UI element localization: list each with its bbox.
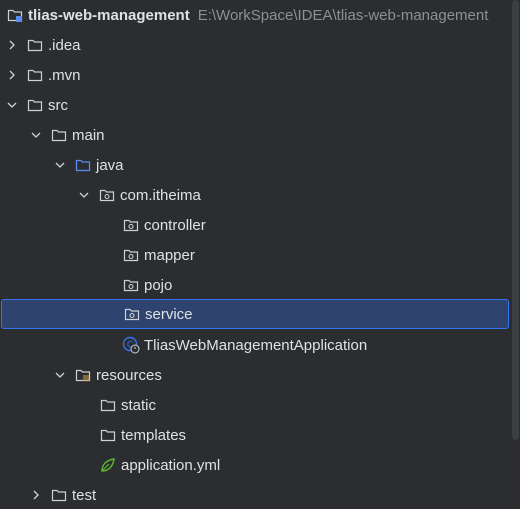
tree-row-package[interactable]: com.itheima bbox=[0, 180, 510, 210]
tree-row-controller[interactable]: controller bbox=[0, 210, 510, 240]
tree-label-resources: resources bbox=[96, 366, 162, 384]
tree-row-mapper[interactable]: mapper bbox=[0, 240, 510, 270]
tree-label-package: com.itheima bbox=[120, 186, 201, 204]
folder-icon bbox=[50, 126, 68, 144]
scrollbar-thumb[interactable] bbox=[512, 0, 519, 440]
package-icon bbox=[123, 305, 141, 323]
project-tree: tlias-web-management E:\WorkSpace\IDEA\t… bbox=[0, 0, 510, 509]
chevron-right-icon[interactable] bbox=[4, 37, 20, 53]
tree-row-idea[interactable]: .idea bbox=[0, 30, 510, 60]
spring-boot-class-icon: C bbox=[122, 336, 140, 354]
package-icon bbox=[98, 186, 116, 204]
chevron-down-icon[interactable] bbox=[28, 127, 44, 143]
package-icon bbox=[122, 246, 140, 264]
tree-row-main[interactable]: main bbox=[0, 120, 510, 150]
tree-label-controller: controller bbox=[144, 216, 206, 234]
chevron-down-icon[interactable] bbox=[76, 187, 92, 203]
module-folder-icon bbox=[6, 6, 24, 24]
chevron-down-icon[interactable] bbox=[52, 367, 68, 383]
package-icon bbox=[122, 276, 140, 294]
resources-folder-icon bbox=[74, 366, 92, 384]
tree-label-java: java bbox=[96, 156, 124, 174]
chevron-right-icon[interactable] bbox=[4, 67, 20, 83]
project-name: tlias-web-management bbox=[28, 6, 190, 24]
tree-row-mvn[interactable]: .mvn bbox=[0, 60, 510, 90]
tree-row-java[interactable]: java bbox=[0, 150, 510, 180]
tree-row-src[interactable]: src bbox=[0, 90, 510, 120]
folder-icon bbox=[50, 486, 68, 504]
folder-icon bbox=[26, 36, 44, 54]
tree-label-pojo: pojo bbox=[144, 276, 173, 294]
tree-row-project-root[interactable]: tlias-web-management E:\WorkSpace\IDEA\t… bbox=[0, 0, 510, 30]
tree-label-static: static bbox=[121, 396, 157, 414]
tree-label-app-class: TliasWebManagementApplication bbox=[144, 336, 368, 354]
folder-icon bbox=[99, 426, 117, 444]
tree-label-mapper: mapper bbox=[144, 246, 195, 264]
folder-icon bbox=[99, 396, 117, 414]
tree-row-pojo[interactable]: pojo bbox=[0, 270, 510, 300]
source-folder-icon bbox=[74, 156, 92, 174]
tree-label-app-yml: application.yml bbox=[121, 456, 221, 474]
tree-label-service: service bbox=[145, 305, 193, 323]
tree-label-test: test bbox=[72, 486, 97, 504]
tree-row-service[interactable]: service bbox=[1, 299, 509, 329]
tree-label-src: src bbox=[48, 96, 68, 114]
tree-row-app-class[interactable]: C TliasWebManagementApplication bbox=[0, 330, 510, 360]
tree-row-templates[interactable]: templates bbox=[0, 420, 510, 450]
package-icon bbox=[122, 216, 140, 234]
chevron-down-icon[interactable] bbox=[52, 157, 68, 173]
project-path: E:\WorkSpace\IDEA\tlias-web-management bbox=[197, 6, 489, 24]
folder-icon bbox=[26, 66, 44, 84]
tree-row-test[interactable]: test bbox=[0, 480, 510, 509]
tree-row-static[interactable]: static bbox=[0, 390, 510, 420]
tree-label-templates: templates bbox=[121, 426, 187, 444]
vertical-scrollbar[interactable] bbox=[510, 0, 520, 509]
chevron-down-icon[interactable] bbox=[4, 97, 20, 113]
chevron-right-icon[interactable] bbox=[28, 487, 44, 503]
tree-row-app-yml[interactable]: application.yml bbox=[0, 450, 510, 480]
tree-label-idea: .idea bbox=[48, 36, 81, 54]
tree-label-mvn: .mvn bbox=[48, 66, 81, 84]
tree-label-main: main bbox=[72, 126, 105, 144]
folder-icon bbox=[26, 96, 44, 114]
spring-yaml-icon bbox=[99, 456, 117, 474]
tree-row-resources[interactable]: resources bbox=[0, 360, 510, 390]
